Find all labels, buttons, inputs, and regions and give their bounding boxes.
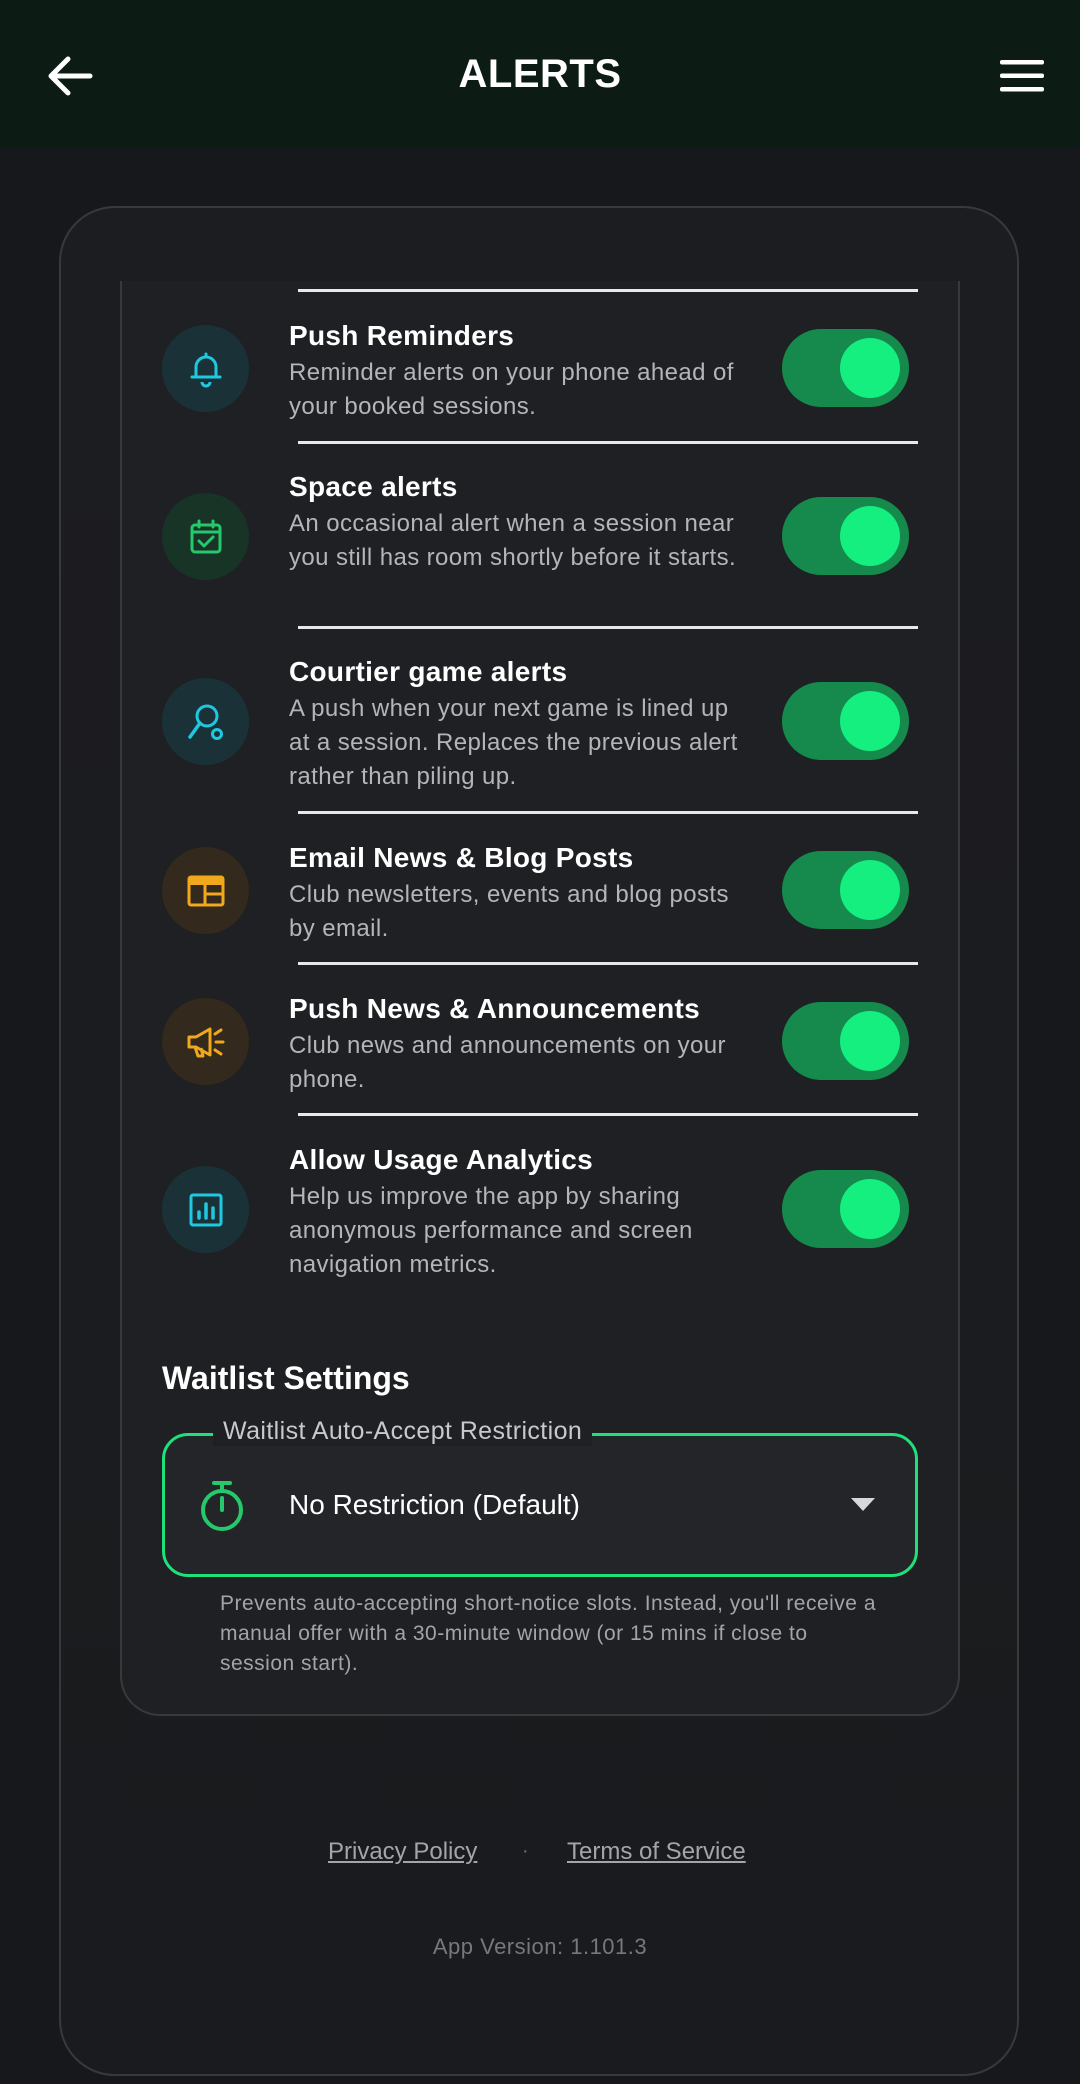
privacy-policy-link[interactable]: Privacy Policy xyxy=(328,1838,477,1866)
alert-title: Push News & Announcements xyxy=(289,993,700,1024)
bell-icon xyxy=(162,325,249,412)
waitlist-restriction-select[interactable]: Waitlist Auto-Accept Restriction No Rest… xyxy=(162,1417,918,1577)
alert-title: Email News & Blog Posts xyxy=(289,842,634,873)
divider xyxy=(298,962,918,965)
alert-title: Push Reminders xyxy=(289,320,515,351)
newspaper-icon xyxy=(162,847,249,934)
toggle-knob xyxy=(840,691,900,751)
toggle-knob xyxy=(840,1011,900,1071)
alert-description: Reminder alerts on your phone ahead of y… xyxy=(289,359,734,420)
divider xyxy=(298,441,918,444)
top-app-bar: ALERTS xyxy=(0,0,1080,147)
divider xyxy=(298,811,918,814)
divider xyxy=(298,289,918,292)
field-label: Waitlist Auto-Accept Restriction xyxy=(213,1417,593,1446)
space-alerts-toggle[interactable] xyxy=(782,497,909,575)
app-version: App Version: 1.101.3 xyxy=(432,1934,648,1959)
courtier-game-alerts-toggle[interactable] xyxy=(782,682,909,760)
alert-title: Allow Usage Analytics xyxy=(289,1144,594,1175)
push-news-toggle[interactable] xyxy=(782,1002,909,1080)
alert-description: Club news and announcements on your phon… xyxy=(289,1032,726,1093)
alert-title: Space alerts xyxy=(289,471,458,502)
waitlist-section-title: Waitlist Settings xyxy=(162,1360,410,1396)
selected-value: No Restriction (Default) xyxy=(289,1489,580,1520)
divider xyxy=(298,1113,918,1116)
megaphone-icon xyxy=(162,998,249,1085)
toggle-knob xyxy=(840,338,900,398)
toggle-knob xyxy=(840,860,900,920)
toggle-knob xyxy=(840,506,900,566)
usage-analytics-toggle[interactable] xyxy=(782,1170,909,1248)
alert-description: Club newsletters, events and blog posts … xyxy=(289,881,729,942)
stopwatch-icon xyxy=(201,1481,243,1531)
hamburger-menu-icon[interactable] xyxy=(998,58,1046,94)
dropdown-caret-icon[interactable] xyxy=(851,1498,875,1512)
page-title: ALERTS xyxy=(458,52,622,96)
racket-icon xyxy=(162,678,249,765)
alert-description: A push when your next game is lined up a… xyxy=(289,695,738,790)
alert-description: An occasional alert when a session near … xyxy=(289,510,737,571)
email-news-toggle[interactable] xyxy=(782,851,909,929)
waitlist-help-text: Prevents auto-accepting short-notice slo… xyxy=(220,1592,876,1675)
alert-description: Help us improve the app by sharing anony… xyxy=(289,1183,693,1278)
divider xyxy=(298,626,918,629)
footer-links: Privacy Policy · Terms of Service xyxy=(0,1838,1080,1878)
alert-title: Courtier game alerts xyxy=(289,656,568,687)
link-separator: · xyxy=(522,1840,529,1862)
terms-of-service-link[interactable]: Terms of Service xyxy=(567,1838,746,1866)
calendar-check-icon xyxy=(162,493,249,580)
push-reminders-toggle[interactable] xyxy=(782,329,909,407)
analytics-icon xyxy=(162,1166,249,1253)
toggle-knob xyxy=(840,1179,900,1239)
